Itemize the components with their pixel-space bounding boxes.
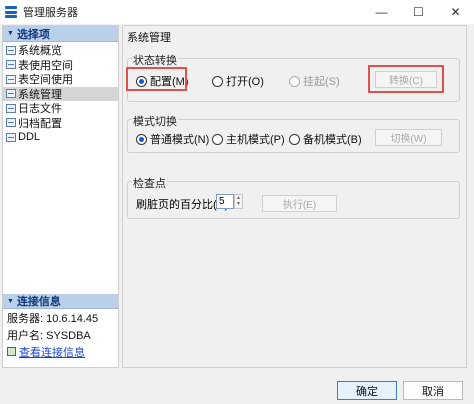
- title-bar: 管理服务器 — ☐ ✕: [0, 0, 474, 24]
- radio-label: 打开(O): [226, 76, 264, 88]
- radio-label: 普通模式(N): [150, 134, 210, 146]
- table-icon: [6, 74, 16, 84]
- nav-tree: 系统概览 表使用空间 表空间使用 系统管理 日志文件 归档配置 DDL: [3, 42, 118, 145]
- sidebar-item-label: DDL: [18, 131, 41, 144]
- table-icon: [6, 60, 16, 70]
- radio-dot: [289, 75, 300, 87]
- table-icon: [6, 118, 16, 128]
- sidebar-item-system-management[interactable]: 系统管理: [3, 86, 118, 101]
- sidebar-header[interactable]: ▼ 选择项: [3, 26, 118, 42]
- group-label: 检查点: [132, 175, 167, 191]
- window-title: 管理服务器: [23, 7, 78, 19]
- main-panel: 系统管理 状态转换 配置(M) 打开(O) 挂起(S) 转换(C) 模式切换 普…: [122, 25, 467, 368]
- sidebar-item-label: 归档配置: [18, 117, 62, 130]
- stepper-arrows[interactable]: ▲ ▼: [234, 194, 243, 209]
- radio-primary-mode[interactable]: 主机模式(P): [212, 131, 285, 147]
- radio-open[interactable]: 打开(O): [212, 73, 264, 89]
- highlight-frame: [126, 67, 187, 91]
- sidebar-item-ddl[interactable]: DDL: [3, 130, 118, 145]
- radio-label: 备机模式(B): [303, 134, 362, 146]
- radio-standby-mode[interactable]: 备机模式(B): [289, 131, 362, 147]
- user-info: 用户名: SYSDBA: [7, 329, 91, 342]
- sidebar-item-table-space[interactable]: 表使用空间: [3, 58, 118, 73]
- collapse-icon[interactable]: ▼: [7, 30, 14, 37]
- maximize-icon[interactable]: ☐: [400, 0, 437, 24]
- server-info: 服务器: 10.6.14.45: [7, 312, 99, 325]
- cancel-button[interactable]: 取消: [403, 381, 463, 400]
- radio-dot: [212, 133, 223, 145]
- minimize-icon[interactable]: —: [363, 0, 400, 24]
- table-icon: [6, 132, 16, 142]
- sidebar-item-tablespace-usage[interactable]: 表空间使用: [3, 72, 118, 87]
- table-icon: [6, 103, 16, 113]
- down-arrow-icon[interactable]: ▼: [235, 201, 242, 207]
- switch-button[interactable]: 切换(W): [375, 129, 442, 146]
- ok-button[interactable]: 确定: [337, 381, 397, 400]
- execute-button[interactable]: 执行(E): [262, 195, 337, 212]
- sidebar: ▼ 选择项 系统概览 表使用空间 表空间使用 系统管理 日志文件 归档配置 DD…: [2, 25, 119, 368]
- radio-label: 挂起(S): [303, 76, 340, 88]
- radio-dot: [212, 75, 223, 87]
- view-connection-link[interactable]: 查看连接信息: [19, 344, 85, 360]
- radio-dot: [136, 133, 147, 145]
- checkpoint-group: 检查点 刷脏页的百分比(R): ▲▼ 执行(E): [127, 175, 460, 219]
- connection-panel: ▼ 连接信息 服务器: 10.6.14.45 用户名: SYSDBA 查看连接信…: [3, 294, 118, 367]
- percent-input[interactable]: [216, 194, 234, 209]
- sidebar-item-overview[interactable]: 系统概览: [3, 43, 118, 58]
- radio-normal-mode[interactable]: 普通模式(N): [136, 131, 209, 147]
- radio-label: 主机模式(P): [226, 134, 285, 146]
- radio-dot: [289, 133, 300, 145]
- table-icon: [6, 45, 16, 55]
- connection-header[interactable]: ▼ 连接信息: [3, 294, 118, 309]
- group-label: 状态转换: [132, 52, 178, 68]
- close-icon[interactable]: ✕: [437, 0, 474, 24]
- radio-suspend[interactable]: 挂起(S): [289, 73, 340, 89]
- sidebar-header-label: 选择项: [16, 28, 50, 41]
- table-icon: [6, 89, 16, 99]
- group-label: 模式切换: [132, 113, 178, 129]
- state-switch-group: 状态转换 配置(M) 打开(O) 挂起(S) 转换(C): [126, 52, 460, 102]
- sidebar-item-archive[interactable]: 归档配置: [3, 116, 118, 131]
- server-app-icon: [5, 6, 17, 18]
- connection-icon: [7, 347, 16, 356]
- percent-stepper[interactable]: ▲▼: [216, 194, 243, 209]
- sidebar-item-log-files[interactable]: 日志文件: [3, 101, 118, 116]
- collapse-icon[interactable]: ▼: [7, 298, 14, 305]
- mode-switch-group: 模式切换 普通模式(N) 主机模式(P) 备机模式(B) 切换(W): [127, 113, 460, 153]
- highlight-frame: [368, 65, 444, 93]
- view-connection-link-row: 查看连接信息: [3, 343, 118, 360]
- connection-header-label: 连接信息: [16, 296, 61, 308]
- page-title: 系统管理: [127, 32, 171, 44]
